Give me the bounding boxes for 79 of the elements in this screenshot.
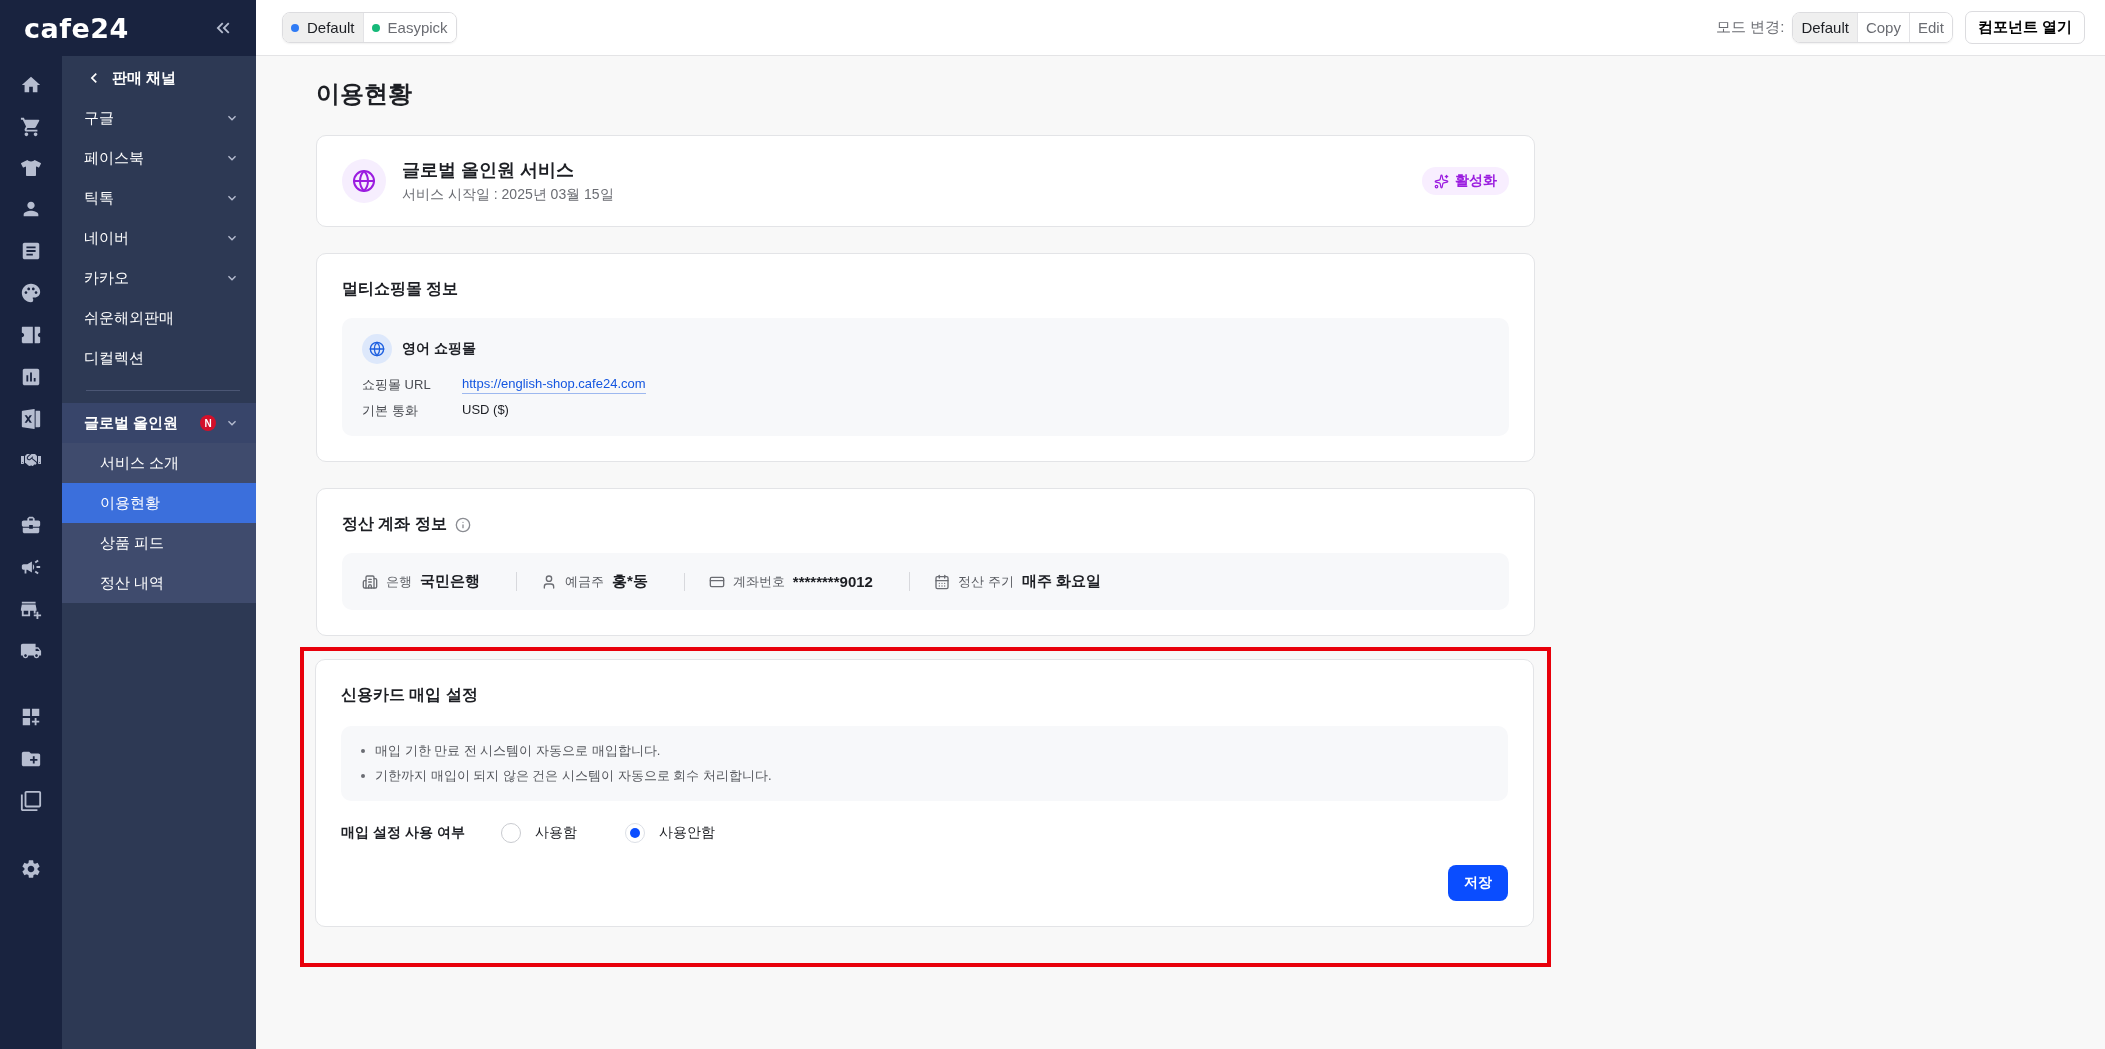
shop-name: 영어 쇼핑몰 (402, 340, 476, 358)
submenu-item[interactable]: 이용현황 (62, 483, 256, 523)
status-badge: 활성화 (1422, 167, 1509, 195)
menu-label: 쉬운해외판매 (84, 308, 175, 328)
option-label: 매입 설정 사용 여부 (341, 824, 465, 842)
menu-item[interactable]: 카카오 (62, 258, 256, 298)
radio-option[interactable]: 사용안함 (624, 823, 715, 843)
account-value: 홍*동 (612, 572, 648, 591)
account-label: 정산 주기 (957, 572, 1014, 591)
service-start-date: 서비스 시작일 : 2025년 03월 15일 (402, 186, 615, 204)
menu-label: 네이버 (84, 228, 130, 248)
menu-label: 구글 (84, 108, 115, 128)
logo[interactable]: cafe24 (24, 12, 129, 44)
account-value: 국민은행 (420, 572, 480, 591)
menu-item[interactable]: 글로벌 올인원 N (62, 403, 256, 443)
palette-icon[interactable] (20, 282, 42, 304)
grid-plus-icon[interactable] (20, 706, 42, 728)
menu-label: 카카오 (84, 268, 130, 288)
cart-icon[interactable] (20, 116, 42, 138)
mode-label: 모드 변경: (1716, 18, 1785, 37)
mode-tab[interactable]: Edit (1908, 13, 1952, 42)
spreadsheet-icon[interactable] (20, 408, 42, 430)
menu-label: 페이스북 (84, 148, 145, 168)
submenu-item[interactable]: 서비스 소개 (62, 443, 256, 483)
account-label: 계좌번호 (732, 572, 785, 591)
account-label: 은행 (386, 572, 412, 591)
page-title: 이용현황 (316, 79, 413, 109)
notice-text: 매입 기한 만료 전 시스템이 자동으로 매입합니다. (375, 742, 661, 760)
menu-label: 틱톡 (84, 188, 115, 208)
service-title: 글로벌 올인원 서비스 (402, 159, 575, 182)
field-value: USD ($) (462, 402, 510, 419)
globe-icon (369, 341, 385, 357)
card-title: 신용카드 매입 설정 (341, 685, 479, 705)
card-title: 멀티쇼핑몰 정보 (342, 280, 459, 297)
back-menu-item[interactable]: 판매 채널 (62, 58, 256, 98)
environment-tab[interactable]: Easypick (362, 13, 456, 42)
chart-icon[interactable] (20, 366, 42, 388)
field-label: 쇼핑몰 URL (362, 376, 432, 394)
notice-text: 기한까지 매입이 되지 않은 건은 시스템이 자동으로 회수 처리합니다. (375, 767, 772, 785)
environment-tab[interactable]: Default (283, 13, 363, 42)
document-icon[interactable] (20, 240, 42, 262)
briefcase-icon[interactable] (20, 514, 42, 536)
globe-icon (352, 169, 376, 193)
bullet-icon (361, 774, 365, 778)
radio-button[interactable] (624, 823, 645, 843)
building-icon (362, 573, 378, 590)
radio-option[interactable]: 사용함 (500, 823, 577, 843)
menu-label: 판매 채널 (112, 68, 177, 88)
shirt-icon[interactable] (21, 158, 41, 178)
bullet-icon (361, 749, 365, 753)
radio-button[interactable] (500, 823, 521, 843)
open-components-button[interactable]: 컴포넌트 열기 (1964, 11, 2085, 44)
menu-item[interactable]: 틱톡 (62, 178, 256, 218)
menu-item[interactable]: 디컬렉션 (62, 338, 256, 378)
menu-item[interactable]: 네이버 (62, 218, 256, 258)
coupon-icon[interactable] (20, 324, 42, 346)
menu-label: 글로벌 올인원 (84, 413, 180, 433)
shop-url-link[interactable]: https://english-shop.cafe24.com (462, 376, 646, 394)
person-icon (541, 573, 557, 590)
account-value: ********9012 (792, 573, 873, 590)
info-icon[interactable] (454, 516, 471, 533)
save-button[interactable]: 저장 (1448, 865, 1508, 901)
new-badge: N (200, 415, 216, 431)
menu-label: 디컬렉션 (84, 348, 145, 368)
field-label: 기본 통화 (362, 402, 419, 420)
submenu-item[interactable]: 정산 내역 (62, 563, 256, 603)
menu-item[interactable]: 페이스북 (62, 138, 256, 178)
account-value: 매주 화요일 (1021, 572, 1101, 591)
menu-item[interactable]: 구글 (62, 98, 256, 138)
copy-icon[interactable] (20, 790, 42, 812)
mode-tab[interactable]: Copy (1856, 13, 1909, 42)
calendar-icon (933, 573, 950, 590)
card-title: 정산 계좌 정보 (342, 514, 447, 534)
settings-icon[interactable] (20, 858, 42, 880)
account-label: 예금주 (565, 572, 604, 591)
menu-item[interactable]: 쉬운해외판매 (62, 298, 256, 338)
sparkle-icon (1434, 173, 1449, 189)
mode-tab[interactable]: Default (1793, 13, 1857, 42)
submenu-item[interactable]: 상품 피드 (62, 523, 256, 563)
